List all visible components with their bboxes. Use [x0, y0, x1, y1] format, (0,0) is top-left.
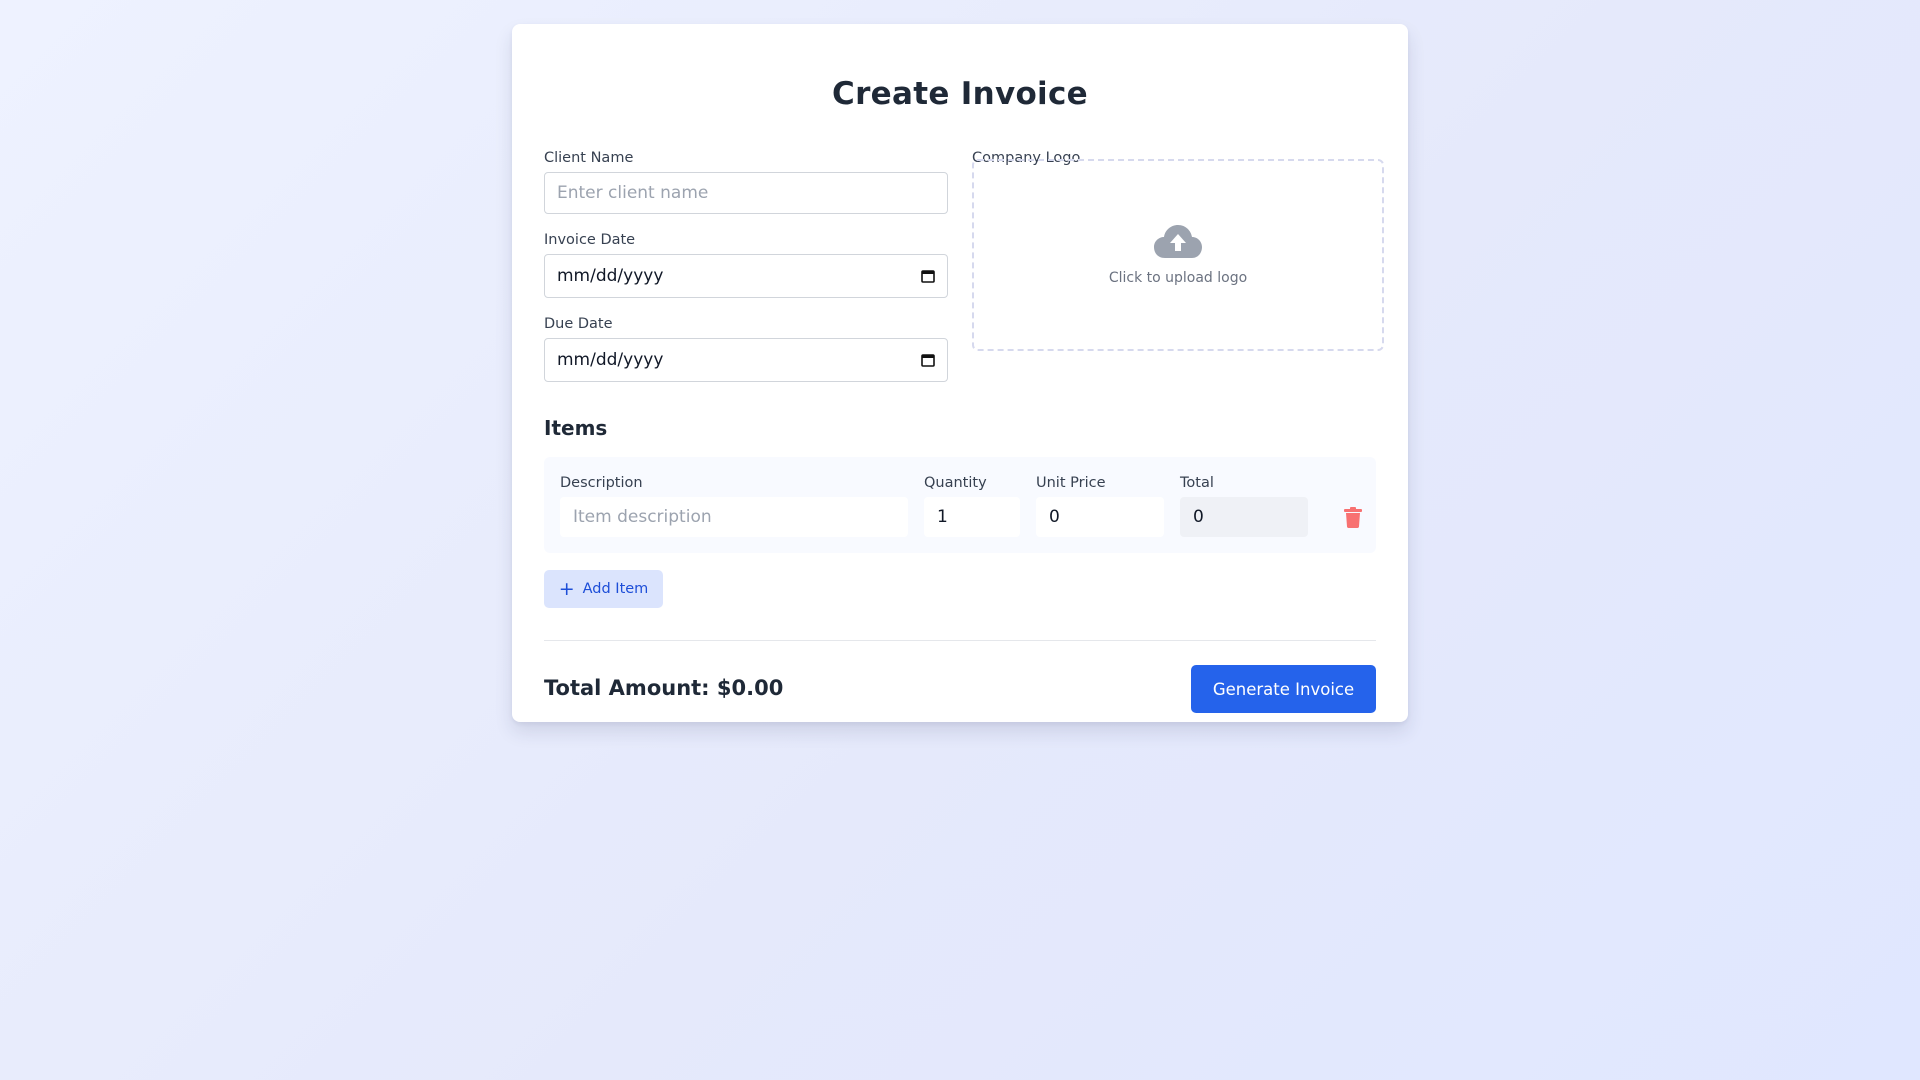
client-name-placeholder: Enter client name — [557, 183, 709, 203]
client-name-input[interactable]: Enter client name — [544, 172, 948, 214]
quantity-column-label: Quantity — [924, 475, 987, 491]
due-date-value: mm/dd/yyyy — [557, 350, 664, 370]
total-column-label: Total — [1180, 475, 1214, 491]
item-quantity-value: 1 — [937, 507, 948, 527]
trash-icon[interactable] — [1344, 507, 1362, 528]
item-description-placeholder: Item description — [573, 507, 712, 527]
item-unit-price-value: 0 — [1049, 507, 1060, 527]
invoice-date-label: Invoice Date — [544, 232, 636, 248]
add-item-label: Add Item — [582, 581, 649, 597]
item-quantity-input[interactable]: 1 — [924, 497, 1020, 537]
generate-invoice-button[interactable]: Generate Invoice — [1191, 665, 1376, 713]
calendar-icon[interactable] — [921, 353, 935, 367]
description-column-label: Description — [560, 475, 643, 491]
divider — [544, 640, 1376, 641]
upload-hint: Click to upload logo — [1108, 270, 1248, 286]
client-name-label: Client Name — [544, 150, 634, 166]
invoice-date-value: mm/dd/yyyy — [557, 266, 664, 286]
invoice-form-card: Create Invoice Client Name Enter client … — [512, 24, 1408, 722]
page-title: Create Invoice — [832, 76, 1088, 112]
plus-icon: + — [558, 577, 575, 600]
due-date-input[interactable]: mm/dd/yyyy — [544, 338, 948, 382]
unit-price-column-label: Unit Price — [1036, 475, 1106, 491]
logo-upload-dropzone[interactable]: Click to upload logo — [972, 159, 1384, 351]
item-description-input[interactable]: Item description — [560, 497, 908, 537]
invoice-date-input[interactable]: mm/dd/yyyy — [544, 254, 948, 298]
item-unit-price-input[interactable]: 0 — [1036, 497, 1164, 537]
generate-invoice-label: Generate Invoice — [1212, 679, 1355, 699]
due-date-label: Due Date — [544, 316, 613, 332]
item-total-field: 0 — [1180, 497, 1308, 537]
add-item-button[interactable]: + Add Item — [544, 570, 663, 608]
items-section-title: Items — [544, 416, 608, 440]
item-total-value: 0 — [1193, 507, 1204, 527]
calendar-icon[interactable] — [921, 269, 935, 283]
item-row: Description Item description Quantity 1 … — [544, 457, 1376, 553]
total-amount: Total Amount: $0.00 — [544, 676, 784, 700]
cloud-upload-icon — [1154, 225, 1202, 258]
